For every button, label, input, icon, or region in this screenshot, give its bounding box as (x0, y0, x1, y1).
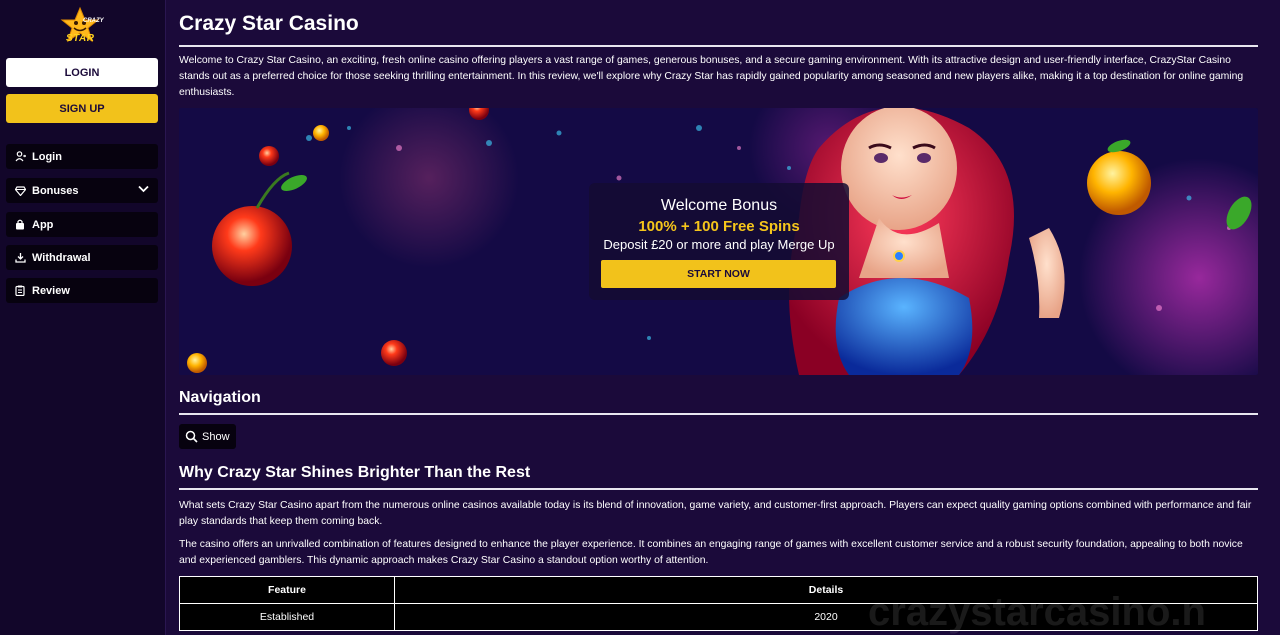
sidebar-item-review[interactable]: Review (6, 278, 158, 303)
why-divider (179, 488, 1258, 490)
sidebar-item-app[interactable]: App (6, 212, 158, 237)
bonus-offer: 100% + 100 Free Spins (638, 218, 800, 235)
why-paragraph-1: What sets Crazy Star Casino apart from t… (179, 500, 1252, 527)
sidebar-item-withdrawal[interactable]: Withdrawal (6, 245, 158, 270)
logo-text-star: STAR (66, 33, 95, 44)
logo-text-crazy: CRAZY (83, 18, 104, 24)
sidebar-item-label: App (32, 218, 54, 231)
start-now-button[interactable]: START NOW (601, 260, 836, 288)
diamond-icon (14, 185, 26, 197)
title-divider (179, 45, 1258, 47)
app-icon (14, 219, 26, 231)
page-title: Crazy Star Casino (179, 12, 359, 35)
sidebar: CRAZY STAR LOGIN SIGN UP Login Bonuses A… (0, 0, 166, 635)
why-heading: Why Crazy Star Shines Brighter Than the … (179, 464, 531, 481)
table-cell-feature: Established (179, 603, 395, 631)
login-button[interactable]: LOGIN (6, 58, 158, 87)
bonus-description: Deposit £20 or more and play Merge Up (603, 237, 835, 252)
intro-paragraph: Welcome to Crazy Star Casino, an excitin… (179, 55, 1244, 98)
sidebar-item-label: Review (32, 284, 70, 297)
bonus-title: Welcome Bonus (660, 197, 778, 214)
review-icon (14, 285, 26, 297)
sidebar-item-label: Login (32, 150, 62, 163)
sidebar-item-label: Bonuses (32, 184, 79, 197)
page-watermark: crazystarcasino.n (868, 590, 1206, 634)
sidebar-item-bonuses[interactable]: Bonuses (6, 178, 158, 203)
table-header-feature: Feature (179, 576, 395, 604)
signup-button[interactable]: SIGN UP (6, 94, 158, 123)
why-paragraph-2: The casino offers an unrivalled combinat… (179, 539, 1243, 566)
sidebar-item-label: Withdrawal (32, 251, 91, 264)
login-icon (14, 151, 26, 163)
chevron-down-icon[interactable] (138, 184, 149, 196)
navigation-divider (179, 413, 1258, 415)
hero-banner[interactable]: Welcome Bonus 100% + 100 Free Spins Depo… (179, 108, 1258, 375)
download-icon (14, 252, 26, 264)
sidebar-item-login[interactable]: Login (6, 144, 158, 169)
navigation-heading: Navigation (179, 389, 261, 406)
show-button-label: Show (202, 430, 230, 443)
search-icon (185, 430, 198, 443)
show-navigation-button[interactable]: Show (179, 424, 236, 449)
welcome-bonus-card: Welcome Bonus 100% + 100 Free Spins Depo… (589, 183, 849, 300)
